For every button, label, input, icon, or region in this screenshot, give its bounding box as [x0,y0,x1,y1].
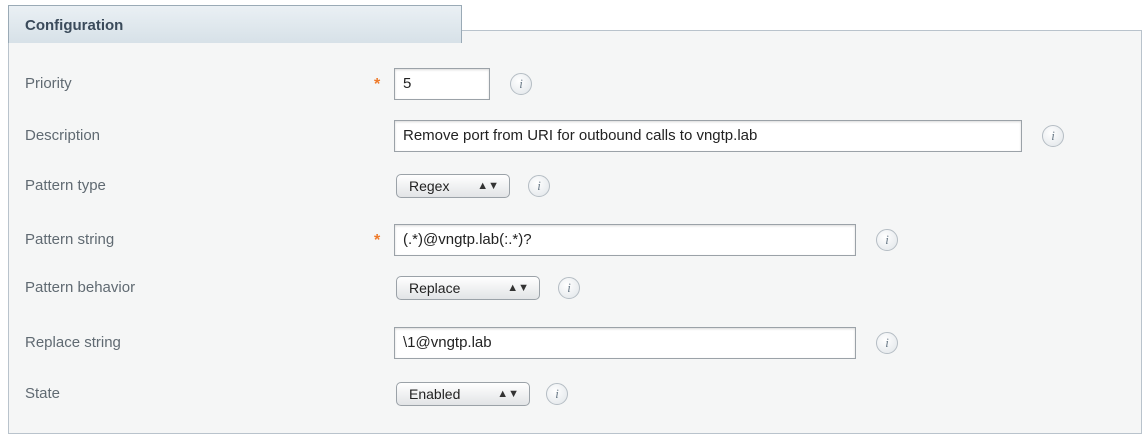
row-pattern-string: Pattern string * (.*)@vngtp.lab(:.*)? i [0,220,1148,260]
row-replace-string: Replace string \1@vngtp.lab i [0,323,1148,363]
pattern-behavior-value: Replace [409,280,461,296]
state-value: Enabled [409,386,461,402]
row-priority: Priority * 5 i [0,64,1148,104]
info-icon[interactable]: i [558,277,580,299]
up-down-arrows-icon: ▲▼ [497,388,519,400]
info-icon[interactable]: i [1042,125,1064,147]
info-icon[interactable]: i [510,73,532,95]
info-icon[interactable]: i [528,175,550,197]
replace-string-input[interactable]: \1@vngtp.lab [394,327,856,359]
row-state: State Enabled ▲▼ i [0,374,1148,414]
up-down-arrows-icon: ▲▼ [477,180,499,192]
row-description: Description Remove port from URI for out… [0,116,1148,156]
priority-input[interactable]: 5 [394,68,490,100]
pattern-type-select[interactable]: Regex ▲▼ [396,174,510,198]
pattern-type-label: Pattern type [25,177,106,194]
row-pattern-behavior: Pattern behavior Replace ▲▼ i [0,268,1148,308]
info-icon[interactable]: i [876,229,898,251]
description-input[interactable]: Remove port from URI for outbound calls … [394,120,1022,152]
state-select[interactable]: Enabled ▲▼ [396,382,530,406]
pattern-string-label: Pattern string [25,231,115,248]
section-title: Configuration [25,17,124,34]
required-asterisk-icon: * [374,232,381,249]
pattern-type-value: Regex [409,178,450,194]
row-pattern-type: Pattern type Regex ▲▼ i [0,166,1148,206]
pattern-behavior-select[interactable]: Replace ▲▼ [396,276,540,300]
up-down-arrows-icon: ▲▼ [507,282,529,294]
priority-label: Priority [25,75,72,92]
pattern-behavior-label: Pattern behavior [25,279,136,296]
description-label: Description [25,127,101,144]
info-icon[interactable]: i [546,383,568,405]
state-label: State [25,385,61,402]
required-asterisk-icon: * [374,76,381,93]
info-icon[interactable]: i [876,332,898,354]
configuration-tab: Configuration [8,5,462,43]
pattern-string-input[interactable]: (.*)@vngtp.lab(:.*)? [394,224,856,256]
replace-string-label: Replace string [25,334,121,351]
